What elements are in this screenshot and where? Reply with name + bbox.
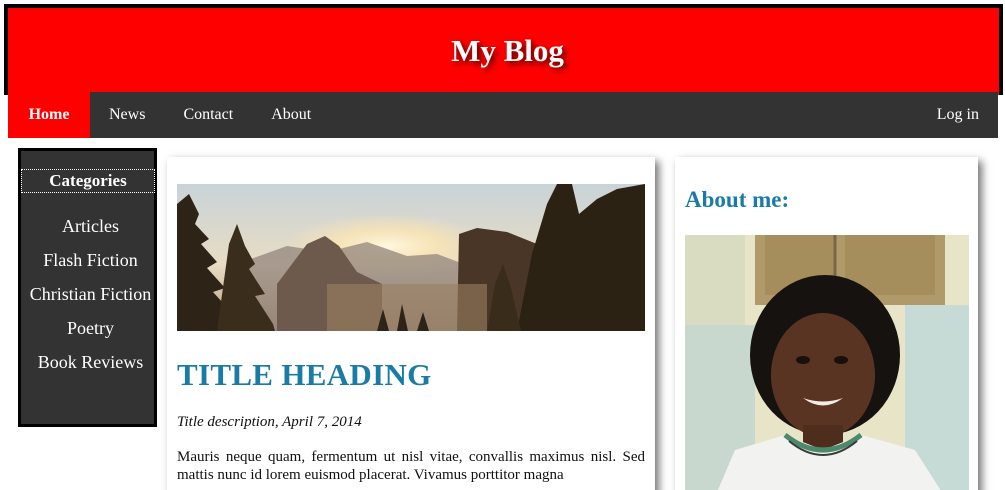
category-poetry[interactable]: Poetry — [21, 317, 160, 339]
site-header: My Blog — [4, 4, 1003, 95]
main-nav: Home News Contact About Log in — [8, 92, 998, 138]
categories-sidebar: Categories Articles Flash Fiction Christ… — [18, 148, 157, 427]
nav-item-contact[interactable]: Contact — [164, 92, 252, 138]
post-card: TITLE HEADING Title description, April 7… — [167, 157, 655, 490]
categories-list: Articles Flash Fiction Christian Fiction… — [21, 215, 160, 385]
site-title: My Blog — [451, 32, 564, 68]
category-articles[interactable]: Articles — [21, 215, 160, 237]
nav-item-news[interactable]: News — [90, 92, 164, 138]
nav-spacer — [330, 92, 918, 138]
category-christian-fiction[interactable]: Christian Fiction — [21, 283, 160, 305]
category-book-reviews[interactable]: Book Reviews — [21, 351, 160, 373]
profile-photo-image — [685, 235, 969, 490]
about-heading: About me: — [685, 187, 790, 212]
post-title: TITLE HEADING — [177, 357, 432, 392]
page: My Blog Home News Contact About Log in C… — [0, 0, 1005, 490]
hero-image — [177, 184, 645, 331]
post-body: Mauris neque quam, fermentum ut nisl vit… — [177, 449, 645, 483]
categories-title: Categories — [21, 169, 155, 193]
about-card: About me: — [675, 157, 978, 490]
category-flash-fiction[interactable]: Flash Fiction — [21, 249, 160, 271]
post-description: Title description, April 7, 2014 — [177, 414, 362, 430]
login-link[interactable]: Log in — [918, 92, 998, 138]
mountain-sunset-photo — [177, 184, 645, 331]
profile-photo — [685, 235, 969, 490]
nav-item-home[interactable]: Home — [8, 92, 90, 138]
nav-item-about[interactable]: About — [252, 92, 330, 138]
